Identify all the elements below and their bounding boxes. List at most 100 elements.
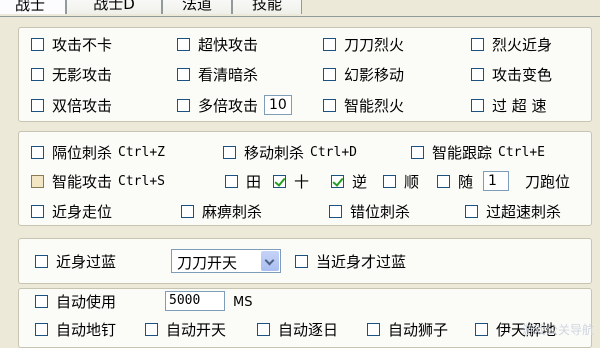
checkbox-box[interactable] (177, 37, 190, 51)
checkbox-move-stab[interactable]: 移动刺杀 Ctrl+D (223, 142, 357, 162)
checkbox-sui[interactable]: 随 (437, 171, 473, 191)
checkbox-box[interactable] (35, 294, 48, 308)
checkbox-box[interactable] (177, 98, 190, 112)
checkbox-label: 自动使用 (56, 292, 117, 311)
checkbox-box[interactable] (323, 98, 336, 112)
checkbox-box[interactable] (471, 67, 484, 81)
checkbox-label: 过 超 速 (492, 96, 547, 115)
checkbox-box[interactable] (31, 145, 44, 159)
checkbox-attack-no-lag[interactable]: 攻击不卡 (31, 34, 112, 54)
checkbox-box[interactable] (257, 322, 270, 336)
checkbox-close-walk[interactable]: 近身走位 (31, 201, 112, 221)
checkbox-label: 当近身才过蓝 (316, 252, 407, 271)
checkbox-label: 近身过蓝 (56, 252, 117, 271)
watermark: 游戏公关导航 (521, 323, 594, 337)
checkbox-box[interactable] (323, 37, 336, 51)
checkbox-label: 田 (246, 172, 262, 191)
auto-use-panel: 自动使用 5000 MS 自动地钉 自动开天 自动逐日 自动狮子 伊天解地 (18, 288, 592, 348)
checkbox-label: 近身走位 (52, 202, 113, 221)
checkbox-fire-blade[interactable]: 刀刀烈火 (323, 34, 404, 54)
checkbox-box[interactable] (225, 174, 238, 188)
hotkey-label: Ctrl+D (310, 144, 357, 160)
checkbox-box[interactable] (31, 98, 44, 112)
checkbox-label: 错位刺杀 (350, 202, 411, 221)
tab-warrior-d[interactable]: 战士D (66, 0, 162, 14)
checkbox-box[interactable] (465, 204, 478, 218)
checkbox-see-stealth[interactable]: 看清暗杀 (177, 64, 258, 84)
checkbox-super-fast-attack[interactable]: 超快攻击 (177, 34, 258, 54)
checkbox-tian[interactable]: 田 (225, 171, 261, 191)
checkbox-smart-fire[interactable]: 智能烈火 (323, 95, 404, 115)
checkbox-gap-stab[interactable]: 隔位刺杀 Ctrl+Z (31, 142, 165, 162)
checkbox-label: 移动刺杀 (244, 143, 305, 162)
hotkey-label: Ctrl+S (118, 173, 165, 189)
checkbox-auto-zhuri[interactable]: 自动逐日 (257, 319, 338, 339)
multi-attack-input[interactable]: 10 (264, 95, 292, 115)
checkbox-auto-kaitian[interactable]: 自动开天 (145, 319, 226, 339)
checkbox-box[interactable] (35, 254, 48, 268)
checkbox-over-speed-stab[interactable]: 过超速刺杀 (465, 201, 561, 221)
tab-skills[interactable]: 技能 (232, 0, 302, 14)
checkbox-label: 无影攻击 (52, 65, 113, 84)
checkbox-shi[interactable]: 十 (273, 171, 309, 191)
checkbox-box[interactable] (323, 67, 336, 81)
checkbox-close-mana[interactable]: 近身过蓝 (35, 251, 116, 271)
checkbox-box[interactable] (475, 322, 488, 336)
checkbox-box[interactable] (31, 204, 44, 218)
checkbox-paralyze-stab[interactable]: 麻痹刺杀 (181, 201, 262, 221)
checkbox-ni[interactable]: 逆 (331, 171, 367, 191)
checkbox-smart-attack[interactable]: 智能攻击 Ctrl+S (31, 171, 165, 191)
checkbox-box[interactable] (471, 37, 484, 51)
checkbox-label: 自动开天 (166, 320, 227, 339)
checkbox-box[interactable] (471, 98, 484, 112)
checkbox-box[interactable] (181, 204, 194, 218)
checkbox-mana-when-close[interactable]: 当近身才过蓝 (295, 251, 406, 271)
checkbox-box[interactable] (177, 67, 190, 81)
chevron-down-icon[interactable] (261, 251, 279, 271)
checkbox-over-speed[interactable]: 过 超 速 (471, 95, 547, 115)
checkbox-shadow-attack[interactable]: 无影攻击 (31, 64, 112, 84)
checkbox-smart-track[interactable]: 智能跟踪 Ctrl+E (411, 142, 545, 162)
attack-options-panel: 攻击不卡 超快攻击 刀刀烈火 烈火近身 无影攻击 看清暗杀 幻影移动 攻击变色 … (18, 27, 592, 122)
ms-input[interactable]: 5000 (165, 291, 225, 311)
checkbox-fire-close[interactable]: 烈火近身 (471, 34, 552, 54)
checkbox-box[interactable] (367, 322, 380, 336)
checkbox-box[interactable] (35, 322, 48, 336)
checkbox-label: 随 (458, 172, 474, 191)
checkbox-box[interactable] (273, 174, 286, 188)
skill-select[interactable]: 刀刀开天 (171, 249, 281, 273)
tab-daoist[interactable]: 法道 (162, 0, 232, 14)
checkbox-box[interactable] (145, 322, 158, 336)
checkbox-box[interactable] (437, 174, 450, 188)
checkbox-box[interactable] (31, 174, 44, 188)
checkbox-phantom-move[interactable]: 幻影移动 (323, 64, 404, 84)
position-label: 刀跑位 (525, 172, 571, 191)
checkbox-box[interactable] (223, 145, 236, 159)
checkbox-label: 智能跟踪 (432, 143, 493, 162)
checkbox-attack-color[interactable]: 攻击变色 (471, 64, 552, 84)
checkbox-box[interactable] (31, 37, 44, 51)
checkbox-label: 刀刀烈火 (344, 35, 405, 54)
checkbox-auto-spike[interactable]: 自动地钉 (35, 319, 116, 339)
checkbox-box[interactable] (295, 254, 308, 268)
checkbox-box[interactable] (383, 174, 396, 188)
checkbox-multi-attack[interactable]: 多倍攻击 10 (177, 95, 292, 115)
checkbox-label: 逆 (352, 172, 368, 191)
checkbox-box[interactable] (31, 67, 44, 81)
checkbox-label: 智能烈火 (344, 96, 405, 115)
checkbox-box[interactable] (329, 204, 342, 218)
checkbox-box[interactable] (331, 174, 344, 188)
tab-warrior[interactable]: 战士 (0, 0, 66, 14)
checkbox-box[interactable] (411, 145, 424, 159)
checkbox-auto-use[interactable]: 自动使用 (35, 291, 116, 311)
checkbox-auto-lion[interactable]: 自动狮子 (367, 319, 448, 339)
checkbox-label: 自动地钉 (56, 320, 117, 339)
checkbox-misalign-stab[interactable]: 错位刺杀 (329, 201, 410, 221)
stab-options-panel: 隔位刺杀 Ctrl+Z 移动刺杀 Ctrl+D 智能跟踪 Ctrl+E 智能攻击 Ctr… (18, 131, 592, 226)
checkbox-label: 智能攻击 (52, 172, 113, 191)
checkbox-double-attack[interactable]: 双倍攻击 (31, 95, 112, 115)
checkbox-shun[interactable]: 顺 (383, 171, 419, 191)
position-input[interactable]: 1 (483, 171, 509, 191)
checkbox-label: 超快攻击 (198, 35, 259, 54)
checkbox-label: 看清暗杀 (198, 65, 259, 84)
